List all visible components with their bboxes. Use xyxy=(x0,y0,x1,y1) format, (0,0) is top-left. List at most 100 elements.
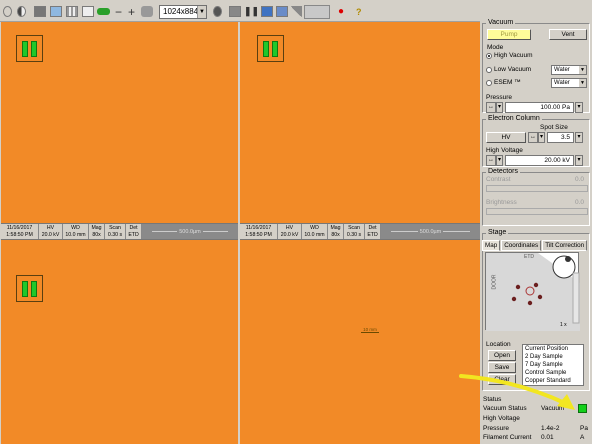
contrast-label: Contrast xyxy=(486,176,511,183)
high-voltage-label: High Voltage xyxy=(486,147,523,154)
signal-icon[interactable] xyxy=(290,5,302,18)
databar-hv: HV 20.0 kV xyxy=(39,224,63,239)
vacuum-status-led xyxy=(578,404,587,413)
databar-det: Det ETD xyxy=(365,224,381,239)
databar-mag: Mag 80x xyxy=(328,224,344,239)
contrast-value: 0.0 xyxy=(575,176,585,183)
zoom-area-icon[interactable] xyxy=(50,5,62,18)
low-vacuum-radio[interactable] xyxy=(486,67,492,73)
door-label: DOOR xyxy=(491,274,498,290)
chevron-down-icon: ▼ xyxy=(579,79,586,87)
image-icon[interactable] xyxy=(34,5,46,18)
frame-icon[interactable] xyxy=(82,5,94,18)
detectors-group: Detectors Contrast 0.0 Brightness 0.0 xyxy=(482,168,590,226)
databar-scale-bar: 500.0µm xyxy=(142,224,238,239)
pressure-coarse-spin[interactable]: ↔ xyxy=(486,102,496,113)
chevron-down-icon[interactable]: ▾ xyxy=(575,155,583,166)
electron-column-title: Electron Column xyxy=(486,115,542,122)
chevron-down-icon[interactable]: ▾ xyxy=(575,102,583,113)
pump-button[interactable]: Pump xyxy=(487,29,531,40)
pressure-label: Pressure xyxy=(486,94,513,101)
pause-icon[interactable]: ❚❚ xyxy=(244,5,259,18)
pressure-field[interactable]: 100.00 Pa xyxy=(505,102,574,113)
grid-icon[interactable] xyxy=(66,5,78,18)
databar-datetime: 11/16/2017 1:58:50 PM xyxy=(1,224,39,239)
stage-zoom: 1 x xyxy=(560,322,567,328)
stage-map-graphic xyxy=(486,253,580,331)
databar-det: Det ETD xyxy=(126,224,142,239)
status-filament-row: Filament Current 0.01 A xyxy=(483,434,585,441)
tab-map[interactable]: Map xyxy=(482,240,501,251)
databar-right: 11/16/2017 1:58:50 PM HV 20.0 kV WD 10.0 mm… xyxy=(240,223,480,240)
chevron-down-icon[interactable]: ▾ xyxy=(575,132,583,143)
databar-left: 11/16/2017 1:58:50 PM HV 20.0 kV WD 10.0 mm… xyxy=(1,223,238,240)
spot-size-field[interactable]: 3.5 xyxy=(547,132,574,143)
empty-select[interactable] xyxy=(304,5,330,19)
databar-scan: Scan 0.30 s xyxy=(105,224,126,239)
contrast-slider[interactable] xyxy=(486,185,588,192)
list-item[interactable]: 7 Day Sample xyxy=(525,361,583,369)
stop-icon[interactable] xyxy=(229,5,241,18)
mode-label: Mode xyxy=(487,44,504,51)
paused-indicator-icon xyxy=(257,35,284,62)
annotation-arrow-icon xyxy=(459,374,575,410)
brightness-slider[interactable] xyxy=(486,208,588,215)
image-quad-3[interactable] xyxy=(1,240,238,444)
chevron-down-icon: ▼ xyxy=(579,66,586,74)
databar-wd: WD 10.0 mm xyxy=(63,224,89,239)
quad4-scale-bar: 10 mm xyxy=(361,327,379,333)
detectors-title: Detectors xyxy=(486,168,520,175)
open-button[interactable]: Open xyxy=(488,350,516,361)
esem-radio[interactable] xyxy=(486,80,492,86)
list-item[interactable]: Current Position xyxy=(525,345,583,353)
etd-label: ETD xyxy=(524,254,534,260)
record-icon[interactable]: ● xyxy=(338,5,344,18)
zoom-out-icon[interactable]: − xyxy=(115,5,122,19)
image-quad-2[interactable] xyxy=(240,22,480,223)
resolution-select[interactable]: 1024x884 ▼ xyxy=(159,5,207,19)
spot-coarse-spin[interactable]: ↔ xyxy=(528,132,538,143)
high-vacuum-label: High Vacuum xyxy=(494,52,533,59)
contrast-icon[interactable] xyxy=(17,5,26,18)
vacuum-title: Vacuum xyxy=(486,19,516,26)
zoom-in-icon[interactable]: + xyxy=(128,5,135,19)
stage-map[interactable]: ETD DOOR 1 x xyxy=(485,252,580,331)
grid-scan-icon[interactable] xyxy=(276,5,288,18)
hv-coarse-spin[interactable]: ↔ xyxy=(486,155,496,166)
high-vacuum-radio[interactable] xyxy=(486,53,492,59)
vacuum-group: Vacuum Pump Vent Mode High Vacuum Low Va… xyxy=(482,19,590,113)
help-icon[interactable]: ? xyxy=(356,5,362,18)
stage-tabs: Map Coordinates Tilt Correction xyxy=(482,240,588,251)
image-quads: 11/16/2017 1:58:50 PM HV 20.0 kV WD 10.0 mm… xyxy=(0,22,480,444)
hv-button[interactable]: HV xyxy=(486,132,526,143)
databar-scale-bar: 500.0µm xyxy=(381,224,480,239)
brightness-label: Brightness xyxy=(486,199,517,206)
low-vacuum-label: Low Vacuum xyxy=(494,66,532,73)
chevron-down-icon[interactable]: ▾ xyxy=(538,132,545,143)
chevron-down-icon: ▼ xyxy=(197,6,206,18)
chevron-down-icon[interactable]: ▾ xyxy=(496,102,503,113)
tab-tilt-correction[interactable]: Tilt Correction xyxy=(542,240,588,251)
databar-hv: HV 20.0 kV xyxy=(278,224,302,239)
image-quad-4[interactable]: 10 mm xyxy=(240,240,480,444)
beam-icon[interactable] xyxy=(3,5,12,18)
rabbit-icon[interactable] xyxy=(141,5,153,18)
paused-indicator-icon xyxy=(16,275,43,302)
databar-mag: Mag 80x xyxy=(89,224,105,239)
electron-column-group: Electron Column Spot Size HV ↔ ▾ 3.5 ▾ H… xyxy=(482,115,590,167)
detector-icon[interactable] xyxy=(213,5,222,18)
chevron-down-icon[interactable]: ▾ xyxy=(496,155,503,166)
high-voltage-field[interactable]: 20.00 kV xyxy=(505,155,574,166)
stage-title: Stage xyxy=(486,229,509,236)
scan-mode-icon[interactable] xyxy=(261,5,273,18)
list-item[interactable]: 2 Day Sample xyxy=(525,353,583,361)
vent-button[interactable]: Vent xyxy=(549,29,587,40)
status-hv-row: High Voltage xyxy=(483,415,520,422)
car-icon[interactable] xyxy=(97,5,110,18)
image-quad-1[interactable] xyxy=(1,22,238,223)
low-vacuum-gas-select[interactable]: Water ▼ xyxy=(551,65,587,75)
esem-gas-select[interactable]: Water ▼ xyxy=(551,78,587,88)
tab-coordinates[interactable]: Coordinates xyxy=(501,240,542,251)
esem-label: ESEM ™ xyxy=(494,79,521,86)
brightness-value: 0.0 xyxy=(575,199,585,206)
